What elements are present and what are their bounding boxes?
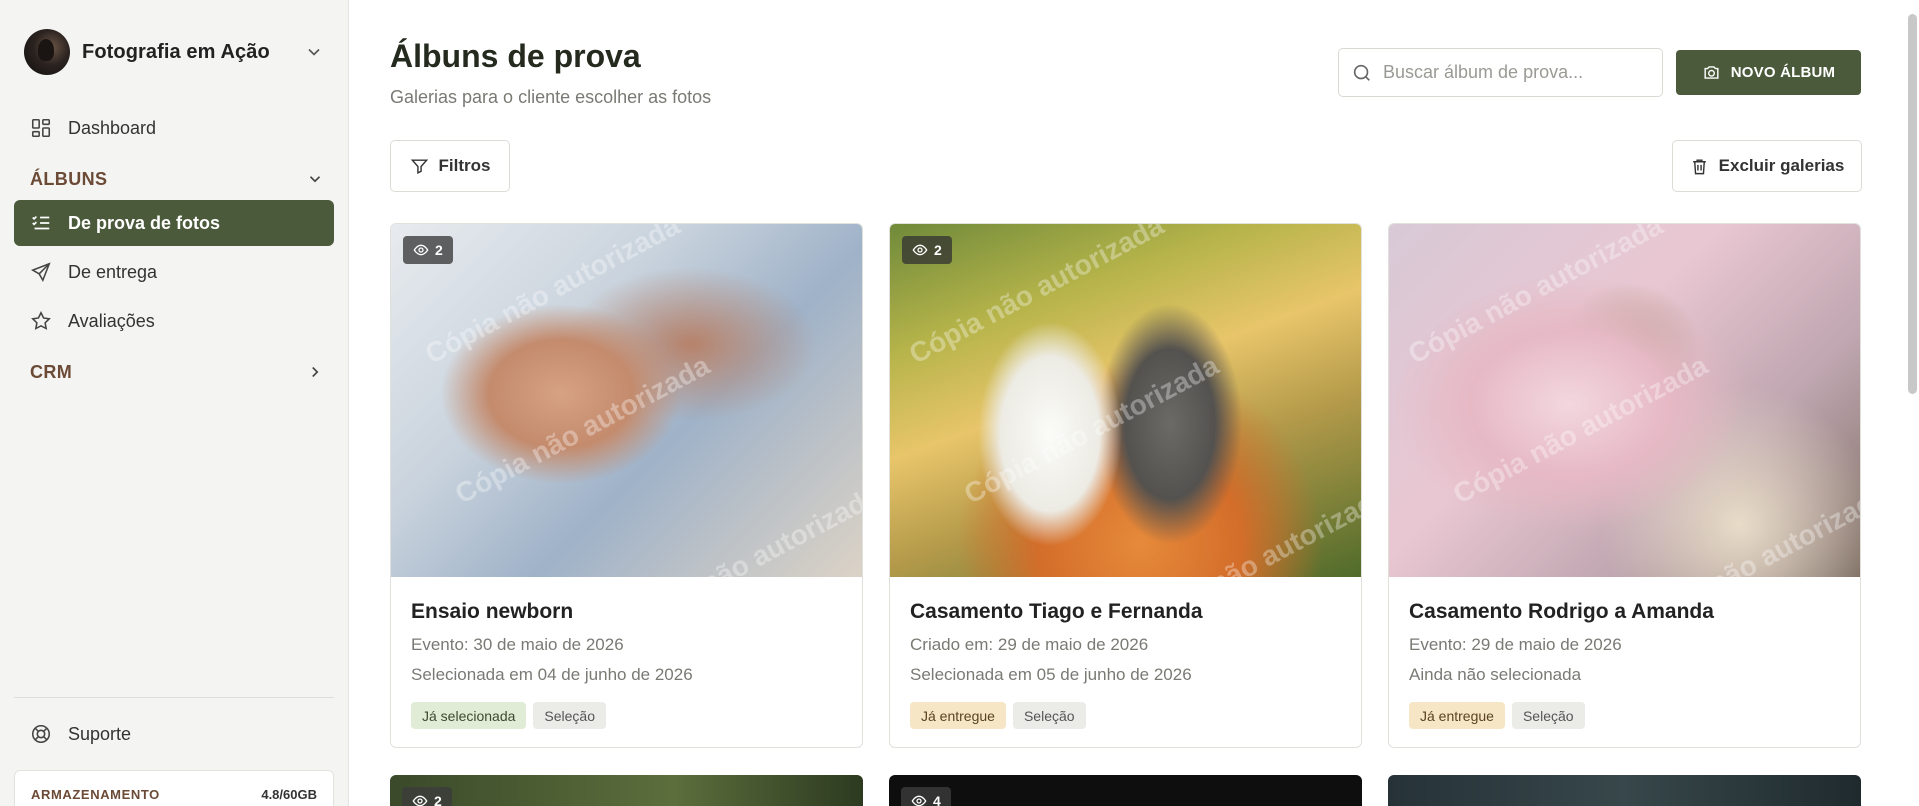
album-event-date: Evento: 29 de maio de 2026 xyxy=(1409,635,1622,654)
main-content: Álbuns de prova Galerias para o cliente … xyxy=(349,0,1919,806)
delete-galleries-button[interactable]: Excluir galerias xyxy=(1672,140,1862,192)
watermark: Cópia não autorizada xyxy=(450,349,715,510)
send-icon xyxy=(30,262,51,283)
views-badge: 2 xyxy=(902,236,952,264)
album-tags: Já selecionada Seleção xyxy=(411,702,606,729)
eye-icon xyxy=(912,244,928,256)
sidebar-item-reviews[interactable]: Avaliações xyxy=(14,298,334,344)
scrollbar[interactable] xyxy=(1908,14,1917,394)
album-cover-image: Cópia não autorizada Cópia não autorizad… xyxy=(1389,224,1861,577)
storage-value: 4.8/60GB xyxy=(261,787,317,802)
search-icon xyxy=(1353,64,1370,81)
section-albums[interactable]: ÁLBUNS xyxy=(30,164,324,194)
type-badge: Seleção xyxy=(1511,702,1585,729)
section-crm[interactable]: CRM xyxy=(30,357,324,387)
filters-button[interactable]: Filtros xyxy=(390,140,510,192)
album-selection-status: Selecionada em 04 de junho de 2026 xyxy=(411,665,693,684)
views-count: 2 xyxy=(435,242,443,258)
new-album-button[interactable]: NOVO ÁLBUM xyxy=(1676,50,1861,95)
album-cover-image: Cópia não autorizada Cópia não autorizad… xyxy=(391,224,863,577)
camera-icon xyxy=(1704,66,1719,79)
album-selection-status: Ainda não selecionada xyxy=(1409,665,1582,684)
album-card[interactable]: 2 xyxy=(390,775,863,806)
eye-icon xyxy=(911,795,927,806)
search-box[interactable] xyxy=(1338,48,1663,97)
views-badge: 2 xyxy=(402,787,452,806)
trash-icon xyxy=(1692,158,1706,174)
sidebar-item-dashboard[interactable]: Dashboard xyxy=(14,105,334,151)
status-badge: Já selecionada xyxy=(411,702,527,729)
watermark: Cópia não autorizada xyxy=(1403,224,1668,370)
chevron-down-icon xyxy=(308,48,320,56)
chevron-down-icon xyxy=(309,176,321,183)
storage-label: ARMAZENAMENTO xyxy=(31,787,160,802)
watermark: Cópia não autorizada xyxy=(1129,479,1362,577)
chevron-right-icon xyxy=(312,366,319,378)
eye-icon xyxy=(412,795,428,806)
list-check-icon xyxy=(32,215,50,230)
views-count: 2 xyxy=(434,793,442,806)
new-album-label: NOVO ÁLBUM xyxy=(1730,64,1836,81)
album-cover-image: Cópia não autorizada Cópia não autorizad… xyxy=(890,224,1362,577)
filter-icon xyxy=(410,158,428,174)
watermark: Cópia não autorizada xyxy=(1628,479,1861,577)
album-card[interactable]: Cópia não autorizada Cópia não autorizad… xyxy=(1388,223,1861,748)
delete-galleries-label: Excluir galerias xyxy=(1718,156,1845,175)
eye-icon xyxy=(413,244,429,256)
status-badge: Já entregue xyxy=(1409,702,1505,729)
watermark: Cópia não autorizada xyxy=(959,349,1224,510)
album-card[interactable] xyxy=(1388,775,1861,806)
views-badge: 4 xyxy=(901,787,951,806)
album-selection-status: Selecionada em 05 de junho de 2026 xyxy=(910,665,1192,684)
watermark: Cópia não autorizada xyxy=(420,224,685,370)
album-created-date: Criado em: 29 de maio de 2026 xyxy=(910,635,1149,654)
album-tags: Já entregue Seleção xyxy=(910,702,1086,729)
album-title: Casamento Tiago e Fernanda xyxy=(910,600,1203,623)
profile-name: Fotografia em Ação xyxy=(82,40,270,63)
sidebar-item-label: Avaliações xyxy=(68,310,155,331)
avatar xyxy=(24,29,70,75)
profile-switcher[interactable]: Fotografia em Ação xyxy=(24,29,334,75)
filters-label: Filtros xyxy=(438,156,491,175)
sidebar-item-label: De entrega xyxy=(68,261,158,282)
search-input[interactable] xyxy=(1383,62,1653,83)
album-tags: Já entregue Seleção xyxy=(1409,702,1585,729)
sidebar-item-support[interactable]: Suporte xyxy=(14,711,334,757)
sidebar: Fotografia em Ação Dashboard ÁLBUNS De p… xyxy=(0,0,349,806)
views-count: 2 xyxy=(934,242,942,258)
page-title: Álbuns de prova xyxy=(390,38,641,74)
album-card[interactable]: Cópia não autorizada Cópia não autorizad… xyxy=(390,223,863,748)
status-badge: Já entregue xyxy=(910,702,1006,729)
lifebuoy-icon xyxy=(31,724,51,744)
star-icon xyxy=(31,310,51,330)
watermark: Cópia não autorizada xyxy=(1448,349,1713,510)
views-count: 4 xyxy=(933,793,941,806)
watermark: Cópia não autorizada xyxy=(620,479,863,577)
sidebar-item-delivery[interactable]: De entrega xyxy=(14,249,334,295)
storage-widget: ARMAZENAMENTO 4.8/60GB xyxy=(14,770,334,806)
type-badge: Seleção xyxy=(1012,702,1086,729)
album-title: Casamento Rodrigo a Amanda xyxy=(1409,600,1714,623)
album-card[interactable]: 4 xyxy=(889,775,1362,806)
page-subtitle: Galerias para o cliente escolher as foto… xyxy=(390,87,712,107)
album-card[interactable]: Cópia não autorizada Cópia não autorizad… xyxy=(889,223,1362,748)
sidebar-item-label: Suporte xyxy=(68,723,132,744)
sidebar-item-label: De prova de fotos xyxy=(68,212,221,233)
dashboard-icon xyxy=(31,118,51,138)
album-title: Ensaio newborn xyxy=(411,600,574,623)
divider xyxy=(14,697,334,698)
album-event-date: Evento: 30 de maio de 2026 xyxy=(411,635,624,654)
type-badge: Seleção xyxy=(533,702,606,729)
section-albums-label: ÁLBUNS xyxy=(30,168,108,189)
sidebar-item-label: Dashboard xyxy=(68,117,157,138)
sidebar-item-proof-albums[interactable]: De prova de fotos xyxy=(14,200,334,246)
section-crm-label: CRM xyxy=(30,361,73,382)
views-badge: 2 xyxy=(403,236,453,264)
